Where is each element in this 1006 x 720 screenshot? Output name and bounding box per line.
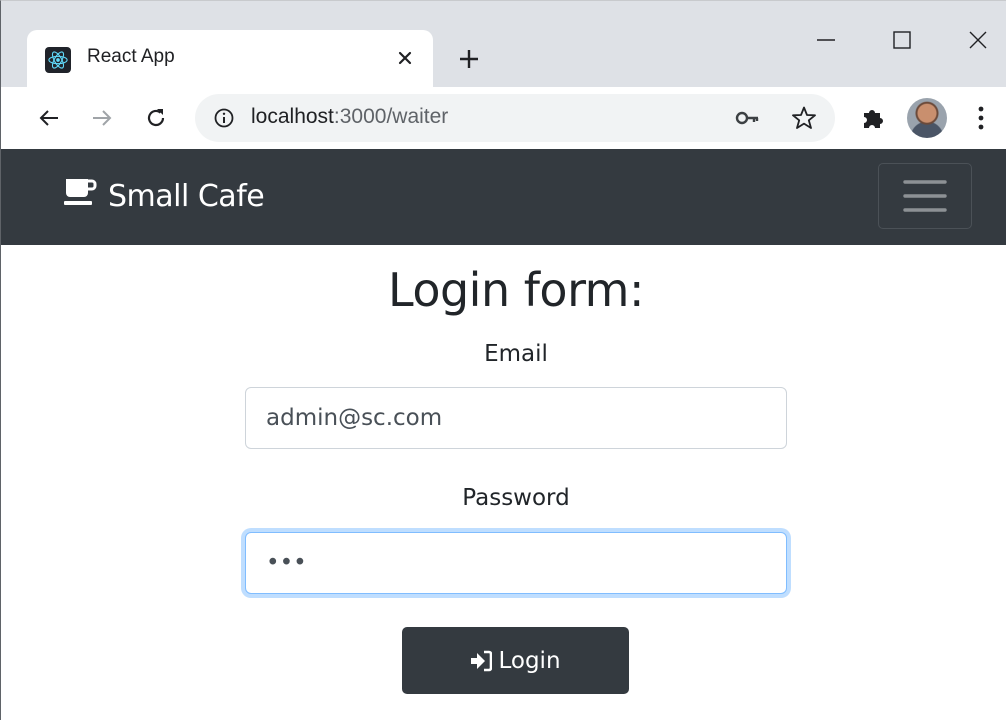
browser-window: React App localhost:3000/waiter Small Ca… — [0, 0, 1006, 720]
star-icon[interactable] — [791, 105, 817, 131]
coffee-icon — [63, 176, 97, 210]
sign-in-icon — [471, 650, 493, 671]
browser-tab[interactable]: React App — [27, 30, 433, 87]
key-icon[interactable] — [735, 106, 761, 130]
app-navbar: Small Cafe — [1, 149, 1006, 245]
avatar[interactable] — [907, 98, 947, 138]
more-options-icon[interactable] — [969, 104, 993, 132]
react-icon — [45, 47, 71, 73]
brand-name[interactable]: Small Cafe — [108, 179, 265, 214]
forward-arrow-icon[interactable] — [87, 103, 117, 133]
reload-icon[interactable] — [141, 103, 171, 133]
hamburger-icon — [903, 180, 947, 212]
url-text[interactable]: localhost:3000/waiter — [251, 105, 448, 129]
password-field[interactable] — [245, 532, 787, 594]
close-icon[interactable] — [391, 44, 419, 72]
new-tab-icon[interactable] — [454, 44, 484, 74]
login-form: Login form: Email Password Login — [1, 245, 1006, 720]
email-field[interactable] — [245, 387, 787, 449]
navbar-toggler[interactable] — [878, 163, 972, 229]
minimize-icon[interactable] — [811, 25, 841, 55]
back-arrow-icon[interactable] — [34, 103, 64, 133]
window-close-icon[interactable] — [963, 25, 993, 55]
maximize-icon[interactable] — [887, 25, 917, 55]
url-host: localhost — [251, 105, 334, 128]
email-label: Email — [484, 341, 548, 367]
login-button-label: Login — [498, 647, 561, 674]
login-button[interactable]: Login — [402, 627, 629, 694]
tab-title: React App — [87, 46, 175, 67]
puzzle-icon[interactable] — [859, 104, 887, 132]
url-path: :3000/waiter — [333, 105, 449, 128]
password-label: Password — [462, 485, 570, 511]
address-bar[interactable]: localhost:3000/waiter — [195, 94, 835, 142]
page-title: Login form: — [388, 263, 644, 317]
browser-toolbar: localhost:3000/waiter — [1, 87, 1006, 149]
tab-strip: React App — [1, 1, 1006, 87]
info-icon[interactable] — [213, 107, 235, 129]
